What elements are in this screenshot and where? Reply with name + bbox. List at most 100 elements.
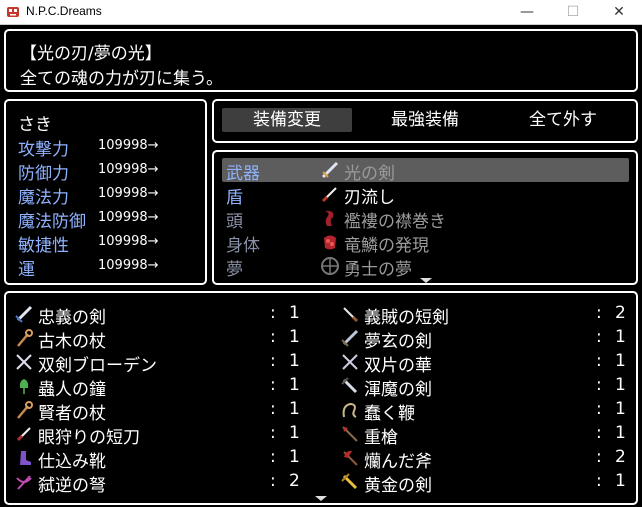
item-count: 1 — [289, 327, 300, 347]
scroll-down-arrow[interactable] — [315, 496, 327, 501]
item-count: 1 — [289, 375, 300, 395]
param-value: 109998→ — [98, 186, 159, 201]
slot-item: 襤褸の襟巻き — [344, 212, 446, 232]
scarf-icon — [325, 210, 334, 226]
help-window: 【光の刃/夢の光】 全ての魂の力が刃に集う。 — [4, 29, 638, 92]
item-name: 義賊の短剣 — [364, 308, 449, 328]
bell-icon — [19, 379, 29, 394]
item-colon: : — [270, 423, 276, 443]
item-name: 仕込み靴 — [38, 452, 106, 472]
param-label: 魔法防御 — [18, 212, 86, 232]
item-colon: : — [270, 327, 276, 347]
item-count: 1 — [289, 399, 300, 419]
window-title: N.P.C.Dreams — [26, 4, 102, 18]
item-count: 1 — [289, 447, 300, 467]
crossed-swords-icon — [16, 354, 32, 370]
item-name: 双剣ブローデン — [38, 356, 157, 376]
slot-cursor — [222, 158, 629, 182]
actor-name: さき — [18, 115, 52, 135]
param-label: 防御力 — [18, 164, 69, 184]
item-colon: : — [596, 351, 602, 371]
whip-icon — [342, 402, 357, 418]
item-name: 弑逆の弩 — [38, 476, 106, 496]
title-bar: N.P.C.Dreams — ☐ ✕ — [0, 0, 642, 25]
param-value: 109998→ — [98, 258, 159, 273]
item-colon: : — [596, 423, 602, 443]
item-count: 1 — [289, 303, 300, 323]
item-colon: : — [270, 399, 276, 419]
item-colon: : — [270, 375, 276, 395]
item-count: 2 — [615, 447, 626, 467]
item-name: 古木の杖 — [38, 332, 106, 352]
sword-icon — [15, 305, 33, 323]
scroll-down-arrow[interactable] — [420, 278, 432, 283]
slot-label: 武器 — [226, 164, 260, 184]
sword-icon — [341, 377, 358, 394]
item-colon: : — [596, 375, 602, 395]
status-window: さき 攻撃力 109998→ 防御力 109998→ 魔法力 109998→ 魔… — [4, 99, 207, 285]
item-colon: : — [596, 471, 602, 491]
param-label: 攻撃力 — [18, 140, 69, 160]
clear-all-command[interactable]: 全て外す — [498, 108, 628, 132]
staff-icon — [17, 401, 33, 419]
item-count: 1 — [615, 423, 626, 443]
item-colon: : — [270, 351, 276, 371]
dagger-icon — [16, 427, 31, 442]
emblem-icon — [321, 257, 339, 275]
param-label: 魔法力 — [18, 188, 69, 208]
slot-item: 光の剣 — [344, 164, 395, 184]
slot-label: 盾 — [226, 188, 243, 208]
param-value: 109998→ — [98, 138, 159, 153]
item-count: 1 — [289, 423, 300, 443]
maximize-button[interactable]: ☐ — [550, 0, 596, 25]
sword-icon — [341, 329, 359, 347]
sword-icon — [321, 161, 339, 179]
slot-item: 刃流し — [344, 188, 395, 208]
item-count: 2 — [289, 471, 300, 491]
close-button[interactable]: ✕ — [596, 0, 642, 25]
optimize-command[interactable]: 最強装備 — [360, 108, 490, 132]
help-title: 【光の刃/夢の光】 — [20, 44, 162, 64]
item-name: 蟲人の鐘 — [38, 380, 106, 400]
item-name: 重槍 — [364, 428, 398, 448]
command-window: 装備変更 最強装備 全て外す — [212, 99, 638, 143]
param-value: 109998→ — [98, 210, 159, 225]
item-name: 双片の華 — [364, 356, 432, 376]
slot-item: 勇士の夢 — [344, 260, 412, 280]
item-name: 渾魔の剣 — [364, 380, 432, 400]
item-name: 賢者の杖 — [38, 404, 106, 424]
axe-icon — [343, 450, 358, 466]
equip-slot-window: 武器 光の剣 盾 刃流し 頭 襤褸の襟巻き 身体 竜鱗の発現 夢 勇士の夢 — [212, 150, 638, 285]
dragon-scale-icon — [324, 235, 336, 250]
dagger-icon — [343, 307, 359, 323]
game-screen: 【光の刃/夢の光】 全ての魂の力が刃に集う。 さき 攻撃力 109998→ 防御… — [0, 25, 642, 507]
param-label: 敏捷性 — [18, 236, 69, 256]
item-colon: : — [596, 303, 602, 323]
item-name: 眼狩りの短刀 — [38, 428, 140, 448]
item-count: 1 — [615, 375, 626, 395]
item-count: 1 — [615, 471, 626, 491]
help-description: 全ての魂の力が刃に集う。 — [20, 69, 223, 89]
slot-label: 夢 — [226, 260, 243, 280]
slot-label: 身体 — [226, 236, 260, 256]
staff-icon — [17, 329, 33, 347]
gold-sword-icon — [341, 473, 358, 490]
minimize-button[interactable]: — — [504, 0, 550, 25]
item-colon: : — [596, 447, 602, 467]
change-equip-command[interactable]: 装備変更 — [222, 108, 352, 132]
item-colon: : — [270, 447, 276, 467]
app-icon — [7, 7, 19, 17]
item-colon: : — [596, 327, 602, 347]
item-name: 蠢く鞭 — [364, 404, 415, 424]
item-count: 1 — [289, 351, 300, 371]
item-count: 1 — [615, 327, 626, 347]
item-count: 1 — [615, 399, 626, 419]
crossed-swords-icon — [342, 354, 358, 370]
item-colon: : — [596, 399, 602, 419]
crossbow-icon — [16, 475, 32, 490]
param-value: 109998→ — [98, 234, 159, 249]
boot-icon — [20, 451, 31, 465]
param-value: 109998→ — [98, 162, 159, 177]
slot-item: 竜鱗の発現 — [344, 236, 429, 256]
item-count: 1 — [615, 351, 626, 371]
